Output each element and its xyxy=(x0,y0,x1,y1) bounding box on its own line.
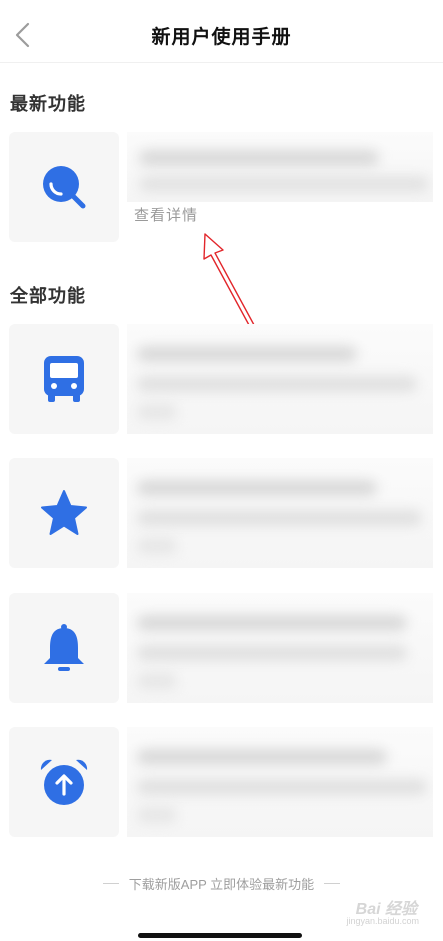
feature-card-bus[interactable] xyxy=(0,324,443,434)
feature-card-alarm[interactable] xyxy=(0,727,443,837)
search-icon xyxy=(43,166,86,209)
blurred-description xyxy=(127,727,433,837)
view-details-link[interactable]: 查看详情 xyxy=(134,204,198,225)
divider xyxy=(102,883,119,884)
feature-icon-box xyxy=(9,458,119,568)
feature-icon-box xyxy=(9,593,119,703)
blurred-description xyxy=(127,132,433,202)
footer-note: 下载新版APP 立即体验最新功能 xyxy=(0,874,443,893)
feature-card-bell[interactable] xyxy=(0,593,443,703)
bus-icon xyxy=(44,356,84,402)
home-indicator[interactable] xyxy=(138,933,302,938)
blurred-description xyxy=(127,593,433,703)
feature-icon-box xyxy=(9,324,119,434)
section-title-all: 全部功能 xyxy=(10,286,86,306)
alarm-clock-icon xyxy=(40,759,88,805)
blurred-description xyxy=(127,324,433,434)
blurred-description xyxy=(127,458,433,568)
divider xyxy=(324,883,341,884)
feature-icon-box xyxy=(9,727,119,837)
section-title-latest: 最新功能 xyxy=(10,94,86,114)
baidu-watermark-url: jingyan.baidu.com xyxy=(346,916,419,926)
latest-feature-card[interactable] xyxy=(0,132,443,242)
app-header: 新用户使用手册 xyxy=(0,0,443,63)
page-title: 新用户使用手册 xyxy=(151,27,292,48)
star-icon xyxy=(41,490,87,535)
footer-text: 下载新版APP 立即体验最新功能 xyxy=(128,877,315,892)
feature-card-star[interactable] xyxy=(0,458,443,568)
bell-icon xyxy=(44,624,84,671)
feature-icon-box xyxy=(9,132,119,242)
